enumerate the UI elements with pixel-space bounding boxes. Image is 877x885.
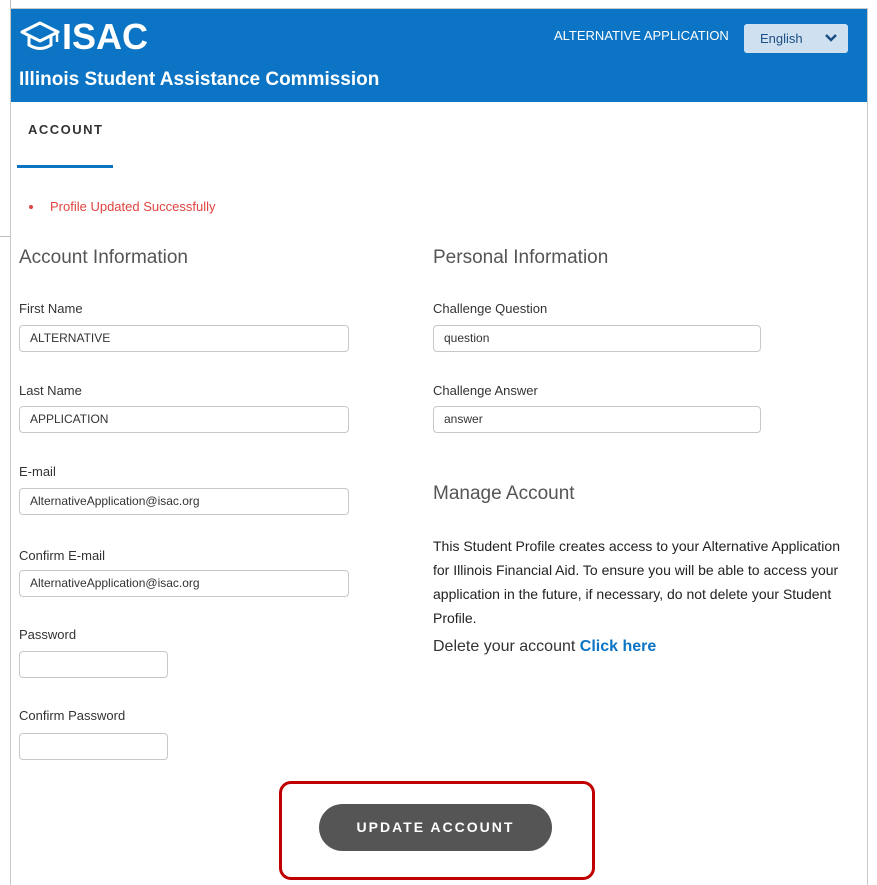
personal-information-heading: Personal Information bbox=[433, 247, 609, 268]
language-selected-value: English bbox=[760, 31, 803, 46]
tab-account[interactable]: ACCOUNT bbox=[17, 122, 115, 137]
alternative-application-link[interactable]: ALTERNATIVE APPLICATION bbox=[554, 28, 729, 43]
confirm-password-field[interactable] bbox=[19, 733, 168, 760]
delete-account-line: Delete your account Click here bbox=[433, 638, 656, 656]
active-tab-indicator bbox=[17, 165, 113, 168]
confirm-email-label: Confirm E-mail bbox=[19, 548, 105, 563]
challenge-question-field[interactable]: question bbox=[433, 325, 761, 352]
highlight-annotation bbox=[279, 781, 595, 880]
delete-account-link[interactable]: Click here bbox=[580, 638, 656, 655]
password-field[interactable] bbox=[19, 651, 168, 678]
status-message: Profile Updated Successfully bbox=[29, 199, 215, 214]
language-select[interactable]: English bbox=[744, 24, 848, 53]
challenge-answer-label: Challenge Answer bbox=[433, 383, 538, 398]
organization-name: Illinois Student Assistance Commission bbox=[19, 69, 380, 90]
challenge-question-label: Challenge Question bbox=[433, 301, 548, 316]
first-name-label: First Name bbox=[19, 301, 83, 316]
delete-account-text: Delete your account bbox=[433, 638, 576, 655]
isac-logo[interactable]: ISAC bbox=[19, 16, 149, 57]
challenge-answer-field[interactable]: answer bbox=[433, 406, 761, 433]
account-information-heading: Account Information bbox=[19, 247, 188, 268]
site-header: ISAC Illinois Student Assistance Commiss… bbox=[11, 9, 867, 102]
status-message-text: Profile Updated Successfully bbox=[50, 199, 216, 214]
graduation-cap-icon bbox=[20, 21, 60, 50]
email-field[interactable]: AlternativeApplication@isac.org bbox=[19, 488, 349, 515]
manage-account-description: This Student Profile creates access to y… bbox=[433, 538, 840, 626]
last-name-label: Last Name bbox=[19, 383, 82, 398]
first-name-field[interactable]: ALTERNATIVE bbox=[19, 325, 349, 352]
chevron-down-icon bbox=[825, 34, 837, 42]
confirm-password-label: Confirm Password bbox=[19, 708, 126, 723]
manage-account-heading: Manage Account bbox=[433, 483, 575, 504]
logo-text: ISAC bbox=[62, 16, 149, 57]
email-label: E-mail bbox=[19, 464, 56, 479]
bullet-icon bbox=[29, 204, 33, 209]
last-name-field[interactable]: APPLICATION bbox=[19, 406, 349, 433]
password-label: Password bbox=[19, 627, 77, 642]
account-page: ISAC Illinois Student Assistance Commiss… bbox=[10, 8, 868, 885]
confirm-email-field[interactable]: AlternativeApplication@isac.org bbox=[19, 570, 349, 597]
